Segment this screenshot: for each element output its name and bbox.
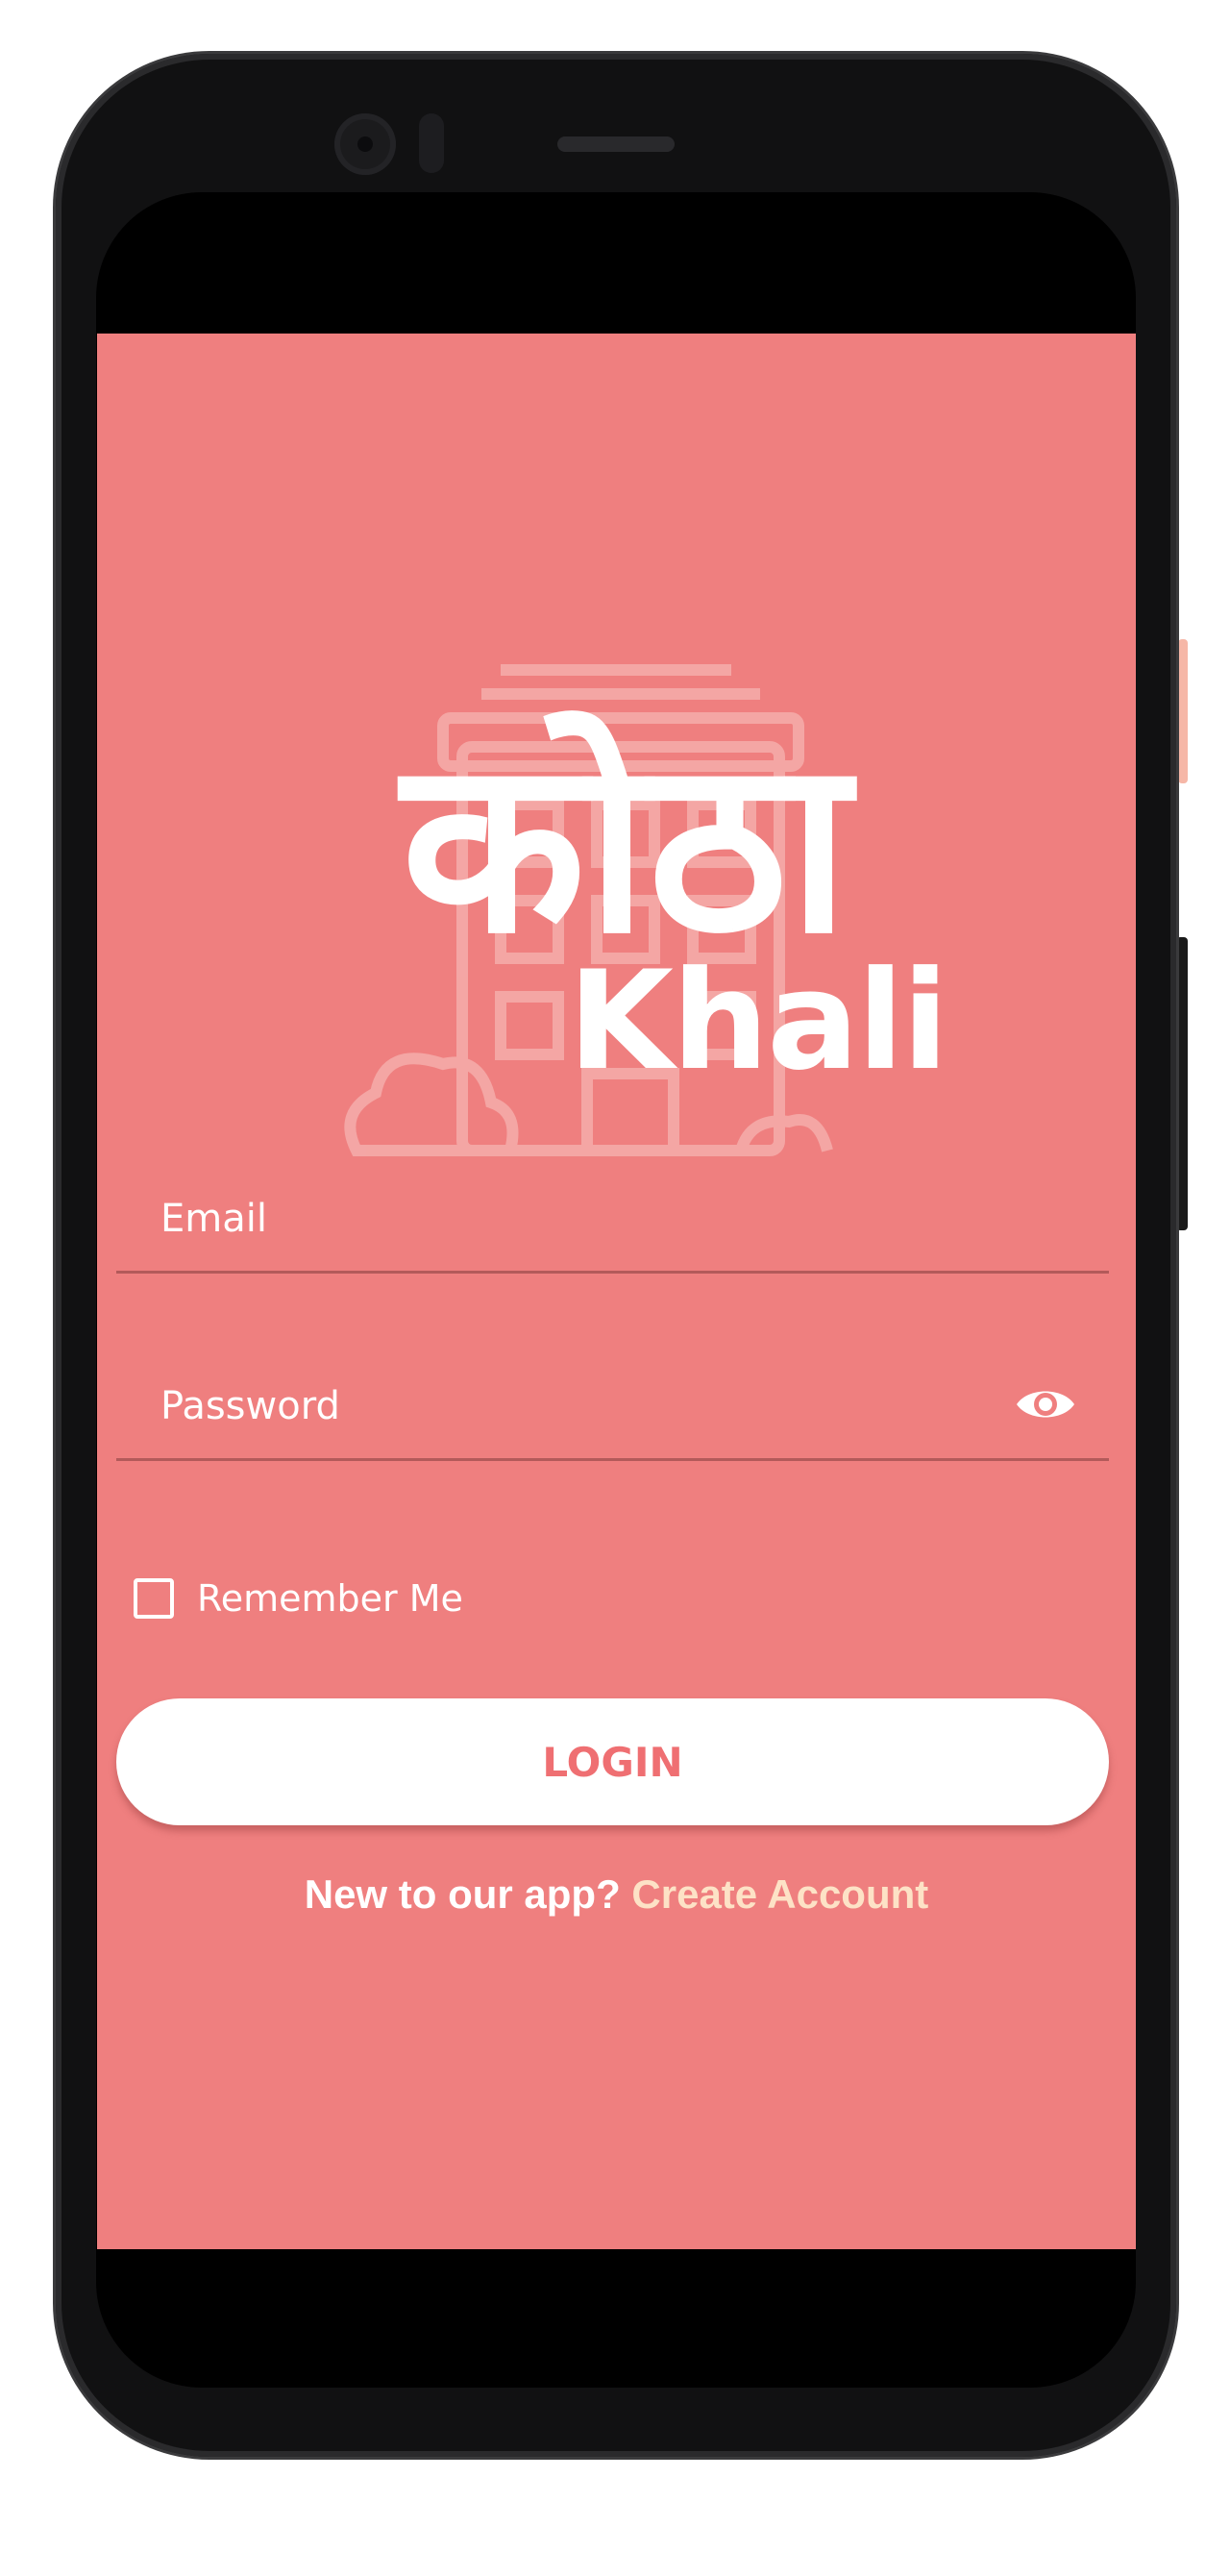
earpiece-speaker <box>557 136 675 152</box>
remember-me-checkbox[interactable] <box>134 1578 174 1619</box>
volume-button <box>1178 639 1188 783</box>
login-screen: कोठा Khali Remember Me LOGIN New to our … <box>97 334 1136 2249</box>
password-input[interactable] <box>159 1383 1008 1429</box>
signup-prompt: New to our app? Create Account <box>97 1871 1136 1918</box>
remember-me-toggle[interactable]: Remember Me <box>134 1573 463 1623</box>
create-account-link[interactable]: Create Account <box>631 1871 928 1917</box>
login-button-label: LOGIN <box>542 1738 683 1786</box>
front-camera <box>334 113 396 175</box>
logo-wordmark: Khali <box>568 942 948 1101</box>
proximity-sensor <box>419 113 444 173</box>
login-button[interactable]: LOGIN <box>116 1698 1109 1825</box>
email-input[interactable] <box>159 1196 1008 1242</box>
signup-prompt-text: New to our app? <box>304 1871 621 1917</box>
password-field <box>116 1343 1109 1461</box>
power-button <box>1176 937 1188 1230</box>
eye-icon[interactable] <box>1015 1383 1076 1425</box>
remember-me-label: Remember Me <box>197 1577 463 1620</box>
email-field <box>116 1155 1109 1274</box>
